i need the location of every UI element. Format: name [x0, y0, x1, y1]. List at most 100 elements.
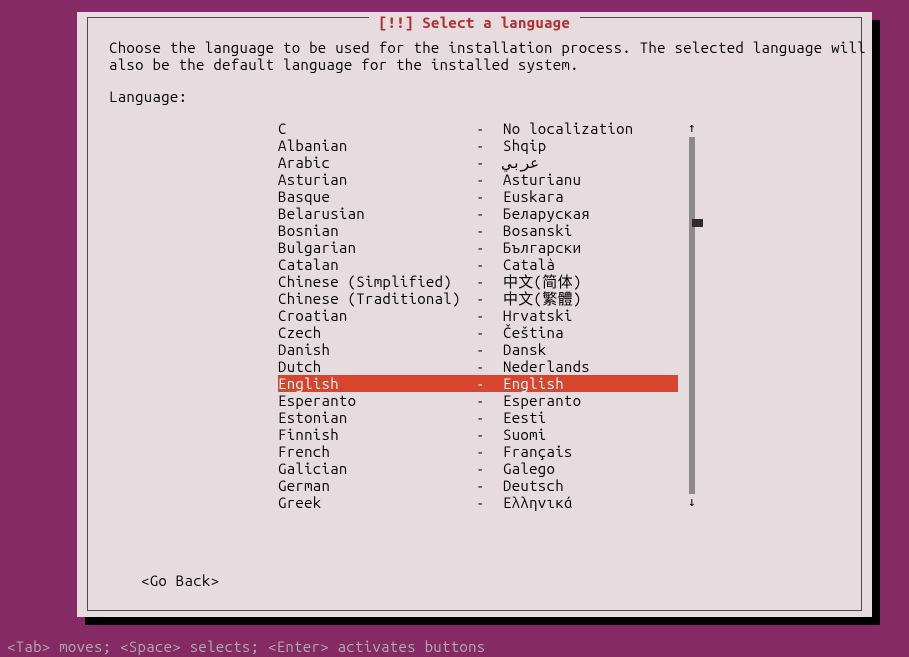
language-english-name: Esperanto — [278, 392, 476, 409]
language-option[interactable]: Arabic-عربي — [278, 154, 678, 171]
language-option[interactable]: Galician-Galego — [278, 460, 678, 477]
language-separator: - — [476, 494, 503, 511]
language-native-name: Esperanto — [503, 392, 678, 409]
language-english-name: Galician — [278, 460, 476, 477]
dialog-content: Choose the language to be used for the i… — [109, 39, 842, 589]
language-option[interactable]: Bulgarian-Български — [278, 239, 678, 256]
language-english-name: Bosnian — [278, 222, 476, 239]
language-english-name: Estonian — [278, 409, 476, 426]
language-english-name: C — [278, 120, 476, 137]
language-separator: - — [476, 358, 503, 375]
language-english-name: Danish — [278, 341, 476, 358]
language-native-name: 中文(繁體) — [503, 290, 678, 307]
language-separator: - — [476, 324, 503, 341]
language-native-name: Ελληνικά — [503, 494, 678, 511]
language-separator: - — [476, 273, 503, 290]
language-option[interactable]: Danish-Dansk — [278, 341, 678, 358]
language-native-name: Eesti — [503, 409, 678, 426]
language-separator: - — [476, 460, 503, 477]
language-separator: - — [476, 154, 503, 171]
scroll-up-icon[interactable]: ↑ — [683, 120, 701, 137]
language-separator: - — [476, 188, 503, 205]
language-separator: - — [476, 477, 503, 494]
language-native-name: Shqip — [503, 137, 678, 154]
language-option[interactable]: Bosnian-Bosanski — [278, 222, 678, 239]
language-separator: - — [476, 409, 503, 426]
language-english-name: French — [278, 443, 476, 460]
language-option[interactable]: C-No localization — [278, 120, 678, 137]
language-separator: - — [476, 120, 503, 137]
language-native-name: English — [503, 375, 678, 392]
language-english-name: Czech — [278, 324, 476, 341]
language-option[interactable]: Greek-Ελληνικά — [278, 494, 678, 511]
language-option[interactable]: Catalan-Català — [278, 256, 678, 273]
language-separator: - — [476, 443, 503, 460]
language-native-name: Asturianu — [503, 171, 678, 188]
language-native-name: Bosanski — [503, 222, 678, 239]
language-english-name: German — [278, 477, 476, 494]
language-native-name: Čeština — [503, 324, 678, 341]
language-english-name: Arabic — [278, 154, 476, 171]
language-native-name: Nederlands — [503, 358, 678, 375]
scroll-down-icon[interactable]: ↓ — [683, 494, 701, 511]
language-separator: - — [476, 307, 503, 324]
language-option[interactable]: Basque-Euskara — [278, 188, 678, 205]
language-english-name: Belarusian — [278, 205, 476, 222]
language-option[interactable]: Chinese (Simplified)-中文(简体) — [278, 273, 678, 290]
language-option[interactable]: Esperanto-Esperanto — [278, 392, 678, 409]
language-native-name: Български — [503, 239, 678, 256]
language-option[interactable]: German-Deutsch — [278, 477, 678, 494]
language-option[interactable]: Croatian-Hrvatski — [278, 307, 678, 324]
language-native-name: 中文(简体) — [503, 273, 678, 290]
language-english-name: Finnish — [278, 426, 476, 443]
footer-hint: <Tab> moves; <Space> selects; <Enter> ac… — [0, 637, 909, 657]
language-native-name: Hrvatski — [503, 307, 678, 324]
language-english-name: Asturian — [278, 171, 476, 188]
language-option[interactable]: French-Français — [278, 443, 678, 460]
language-option[interactable]: Asturian-Asturianu — [278, 171, 678, 188]
language-option[interactable]: Chinese (Traditional)-中文(繁體) — [278, 290, 678, 307]
language-english-name: Chinese (Traditional) — [278, 290, 476, 307]
language-separator: - — [476, 239, 503, 256]
language-separator: - — [476, 341, 503, 358]
language-separator: - — [476, 392, 503, 409]
language-separator: - — [476, 222, 503, 239]
language-option[interactable]: Czech-Čeština — [278, 324, 678, 341]
language-english-name: Catalan — [278, 256, 476, 273]
language-option[interactable]: Albanian-Shqip — [278, 137, 678, 154]
language-option[interactable]: Finnish-Suomi — [278, 426, 678, 443]
language-english-name: Dutch — [278, 358, 476, 375]
language-native-name: Galego — [503, 460, 678, 477]
language-separator: - — [476, 137, 503, 154]
language-native-name: Беларуская — [503, 205, 678, 222]
dialog-instructions: Choose the language to be used for the i… — [109, 39, 842, 73]
language-english-name: Croatian — [278, 307, 476, 324]
language-native-name: Català — [503, 256, 678, 273]
dialog-title-bar: [!!] Select a language — [87, 14, 862, 31]
language-list[interactable]: C-No localizationAlbanian-ShqipArabic-عر… — [278, 120, 678, 511]
language-option[interactable]: English-English — [278, 375, 678, 392]
installer-screen: [!!] Select a language Choose the langua… — [0, 0, 909, 657]
language-option[interactable]: Belarusian-Беларуская — [278, 205, 678, 222]
scrollbar-track[interactable] — [689, 137, 695, 494]
language-native-name: No localization — [503, 120, 678, 137]
language-english-name: Basque — [278, 188, 476, 205]
language-english-name: Albanian — [278, 137, 476, 154]
language-english-name: Bulgarian — [278, 239, 476, 256]
language-option[interactable]: Dutch-Nederlands — [278, 358, 678, 375]
language-option[interactable]: Estonian-Eesti — [278, 409, 678, 426]
go-back-button[interactable]: <Go Back> — [141, 572, 219, 589]
dialog-title: [!!] Select a language — [369, 14, 580, 31]
language-native-name: Euskara — [503, 188, 678, 205]
scrollbar[interactable]: ↑ ↓ — [683, 120, 701, 511]
language-native-name: Français — [503, 443, 678, 460]
language-english-name: English — [278, 375, 476, 392]
language-native-name: عربي — [503, 154, 678, 171]
language-native-name: Deutsch — [503, 477, 678, 494]
dialog-border: [!!] Select a language Choose the langua… — [87, 17, 862, 611]
scrollbar-thumb[interactable] — [692, 219, 703, 227]
language-label: Language: — [109, 88, 842, 105]
language-separator: - — [476, 290, 503, 307]
language-separator: - — [476, 256, 503, 273]
language-english-name: Chinese (Simplified) — [278, 273, 476, 290]
